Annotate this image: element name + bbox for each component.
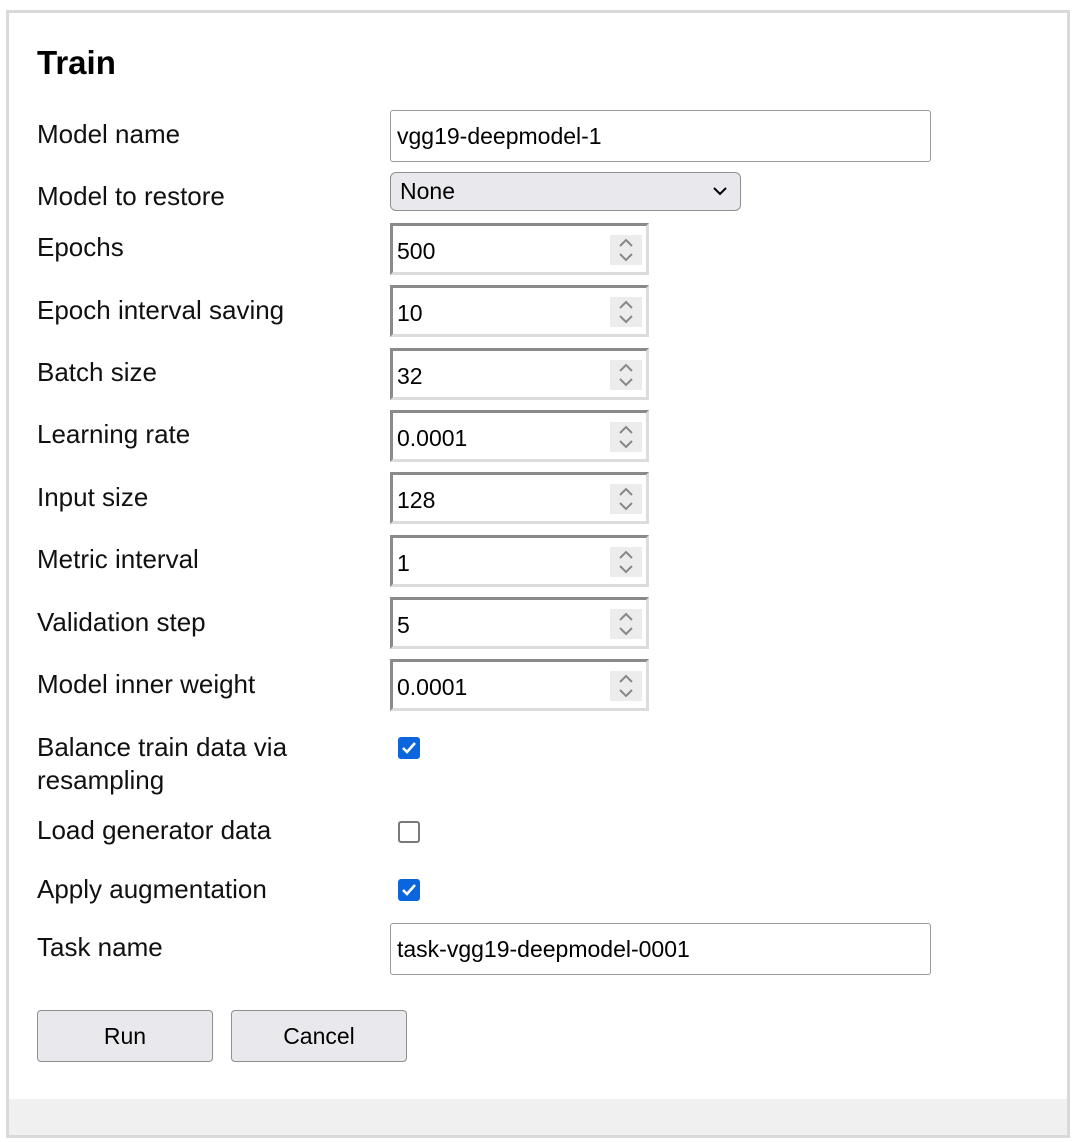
model-name-label: Model name bbox=[37, 119, 181, 149]
learning-rate-label: Learning rate bbox=[37, 419, 191, 449]
validation-step-input[interactable]: 5 bbox=[390, 597, 649, 649]
balance-train-data-label-line1: Balance train data via bbox=[37, 732, 288, 762]
model-to-restore-label: Model to restore bbox=[37, 181, 225, 211]
spinner-arrows-icon[interactable] bbox=[610, 547, 642, 577]
input-size-label: Input size bbox=[37, 482, 149, 512]
model-name-input[interactable] bbox=[390, 110, 931, 162]
footer-bar bbox=[9, 1099, 1067, 1135]
spinner-arrows-icon[interactable] bbox=[610, 235, 642, 265]
spinner-arrows-icon[interactable] bbox=[610, 609, 642, 639]
spinner-arrows-icon[interactable] bbox=[610, 297, 642, 327]
chevron-down-icon bbox=[713, 187, 727, 196]
metric-interval-label: Metric interval bbox=[37, 544, 199, 574]
validation-step-value: 5 bbox=[397, 612, 410, 638]
learning-rate-value: 0.0001 bbox=[397, 425, 468, 451]
dialog-title: Train bbox=[37, 44, 116, 81]
validation-step-label: Validation step bbox=[37, 607, 206, 637]
balance-train-data-label: Balance train data via resampling bbox=[37, 731, 287, 797]
checkmark-icon bbox=[402, 884, 416, 896]
load-generator-data-checkbox[interactable] bbox=[398, 821, 420, 843]
spinner-arrows-icon[interactable] bbox=[610, 422, 642, 452]
model-to-restore-select[interactable]: None bbox=[390, 172, 741, 211]
epochs-label: Epochs bbox=[37, 232, 124, 262]
checkmark-icon bbox=[402, 742, 416, 754]
load-generator-data-label: Load generator data bbox=[37, 815, 272, 845]
model-inner-weight-input[interactable]: 0.0001 bbox=[390, 659, 649, 711]
cancel-button[interactable]: Cancel bbox=[231, 1010, 407, 1062]
balance-train-data-checkbox[interactable] bbox=[398, 737, 420, 759]
task-name-input[interactable] bbox=[390, 923, 931, 975]
balance-train-data-label-line2: resampling bbox=[37, 765, 165, 795]
epoch-interval-saving-input[interactable]: 10 bbox=[390, 285, 649, 337]
epochs-value: 500 bbox=[397, 238, 436, 264]
apply-augmentation-checkbox[interactable] bbox=[398, 879, 420, 901]
spinner-arrows-icon[interactable] bbox=[610, 360, 642, 390]
epoch-interval-saving-value: 10 bbox=[397, 300, 423, 326]
model-inner-weight-value: 0.0001 bbox=[397, 674, 468, 700]
train-dialog: Train Model name Model to restore None E… bbox=[6, 10, 1070, 1138]
batch-size-value: 32 bbox=[397, 363, 423, 389]
metric-interval-value: 1 bbox=[397, 550, 410, 576]
model-to-restore-selected: None bbox=[400, 178, 455, 204]
epochs-input[interactable]: 500 bbox=[390, 223, 649, 275]
learning-rate-input[interactable]: 0.0001 bbox=[390, 410, 649, 462]
run-button[interactable]: Run bbox=[37, 1010, 213, 1062]
batch-size-label: Batch size bbox=[37, 357, 157, 387]
apply-augmentation-label: Apply augmentation bbox=[37, 874, 267, 904]
spinner-arrows-icon[interactable] bbox=[610, 484, 642, 514]
epoch-interval-saving-label: Epoch interval saving bbox=[37, 295, 285, 325]
batch-size-input[interactable]: 32 bbox=[390, 348, 649, 400]
model-inner-weight-label: Model inner weight bbox=[37, 669, 256, 699]
input-size-value: 128 bbox=[397, 487, 436, 513]
metric-interval-input[interactable]: 1 bbox=[390, 535, 649, 587]
input-size-input[interactable]: 128 bbox=[390, 472, 649, 524]
task-name-label: Task name bbox=[37, 932, 163, 962]
spinner-arrows-icon[interactable] bbox=[610, 671, 642, 701]
